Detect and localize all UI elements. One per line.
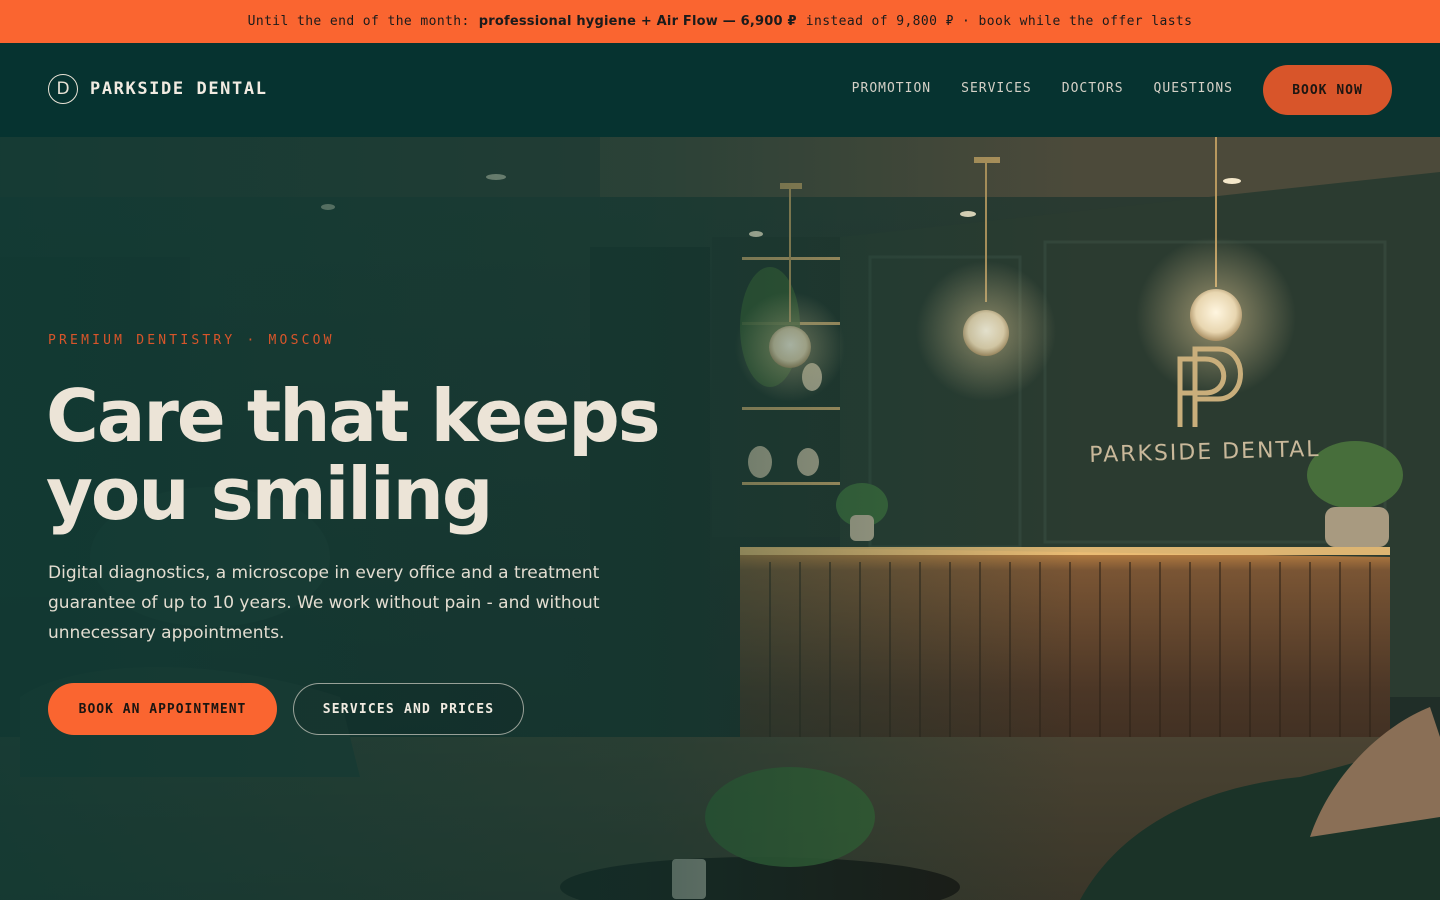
nav-item-doctors[interactable]: DOCTORS (1062, 81, 1124, 96)
book-appointment-button[interactable]: BOOK AN APPOINTMENT (48, 683, 277, 735)
book-now-button[interactable]: BOOK NOW (1263, 65, 1392, 115)
nav-item-services[interactable]: SERVICES (961, 81, 1032, 96)
logo-text: PARKSIDE DENTAL (90, 79, 268, 99)
promo-highlight: professional hygiene + Air Flow — 6,900 … (478, 14, 797, 29)
promo-banner: Until the end of the month: professional… (0, 0, 1440, 43)
hero-headline: Care that keeps you smiling (46, 377, 746, 533)
site-header: D PARKSIDE DENTAL PROMOTION SERVICES DOC… (0, 43, 1440, 137)
main-nav: PROMOTION SERVICES DOCTORS QUESTIONS (852, 81, 1233, 96)
services-prices-button[interactable]: SERVICES AND PRICES (293, 683, 524, 735)
promo-prefix: Until the end of the month: (247, 14, 470, 29)
nav-item-promotion[interactable]: PROMOTION (852, 81, 931, 96)
nav-item-questions[interactable]: QUESTIONS (1154, 81, 1233, 96)
hero-section: PARKSIDE DENTAL PREMIUM DENTISTRY · MOSC… (0, 137, 1440, 900)
hero-eyebrow: PREMIUM DENTISTRY · MOSCOW (48, 333, 335, 348)
logo[interactable]: D PARKSIDE DENTAL (48, 73, 268, 105)
hero-headline-line1: Care that keeps (46, 374, 661, 458)
hero-lead: Digital diagnostics, a microscope in eve… (48, 563, 600, 643)
promo-suffix: instead of 9,800 ₽ · book while the offe… (805, 14, 1193, 29)
hero-headline-line2: you smiling (46, 452, 493, 536)
logo-mark-icon: D (48, 74, 78, 104)
